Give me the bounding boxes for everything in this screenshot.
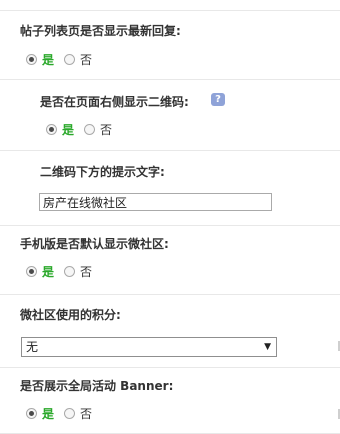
mobile-default-label: 手机版是否默认显示微社区:	[20, 237, 169, 251]
mobile-default-no-radio[interactable]	[64, 265, 76, 277]
credits-select[interactable]: 无 ▼	[21, 337, 277, 357]
global-banner-yes-label[interactable]: 是	[42, 405, 54, 422]
mobile-default-no-label[interactable]: 否	[80, 263, 92, 280]
global-banner-label: 是否展示全局活动 Banner:	[20, 379, 174, 393]
qr-code-yes-label[interactable]: 是	[62, 121, 74, 138]
latest-reply-radio-group: 是 否	[26, 51, 102, 67]
divider	[0, 10, 340, 11]
latest-reply-label: 帖子列表页是否显示最新回复:	[20, 24, 181, 38]
divider	[0, 150, 340, 151]
latest-reply-no-radio[interactable]	[64, 53, 76, 65]
mobile-default-yes-label[interactable]: 是	[42, 263, 54, 280]
divider	[0, 367, 340, 368]
qr-hint-input[interactable]	[39, 193, 272, 211]
qr-hint-label: 二维码下方的提示文字:	[40, 165, 165, 179]
divider	[0, 294, 340, 295]
mobile-default-radio-group: 是 否	[26, 263, 102, 279]
qr-code-no-radio[interactable]	[84, 123, 96, 135]
dropdown-arrow-icon: ▼	[264, 342, 271, 352]
credits-label: 微社区使用的积分:	[20, 308, 121, 322]
help-icon[interactable]: ?	[211, 93, 225, 106]
global-banner-radio-group: 是 否	[26, 405, 102, 421]
latest-reply-no-label[interactable]: 否	[80, 51, 92, 68]
mobile-default-yes-radio[interactable]	[26, 265, 37, 277]
global-banner-yes-radio[interactable]	[26, 407, 37, 419]
divider	[0, 79, 340, 80]
global-banner-no-label[interactable]: 否	[80, 405, 92, 422]
qr-code-yes-radio[interactable]	[46, 123, 57, 135]
latest-reply-yes-radio[interactable]	[26, 53, 37, 65]
qr-code-label: 是否在页面右侧显示二维码:	[40, 95, 189, 109]
qr-code-no-label[interactable]: 否	[100, 121, 112, 138]
qr-code-radio-group: 是 否	[46, 121, 122, 137]
latest-reply-yes-label[interactable]: 是	[42, 51, 54, 68]
credits-select-value: 无	[26, 340, 39, 354]
global-banner-no-radio[interactable]	[64, 407, 76, 419]
divider	[0, 225, 340, 226]
